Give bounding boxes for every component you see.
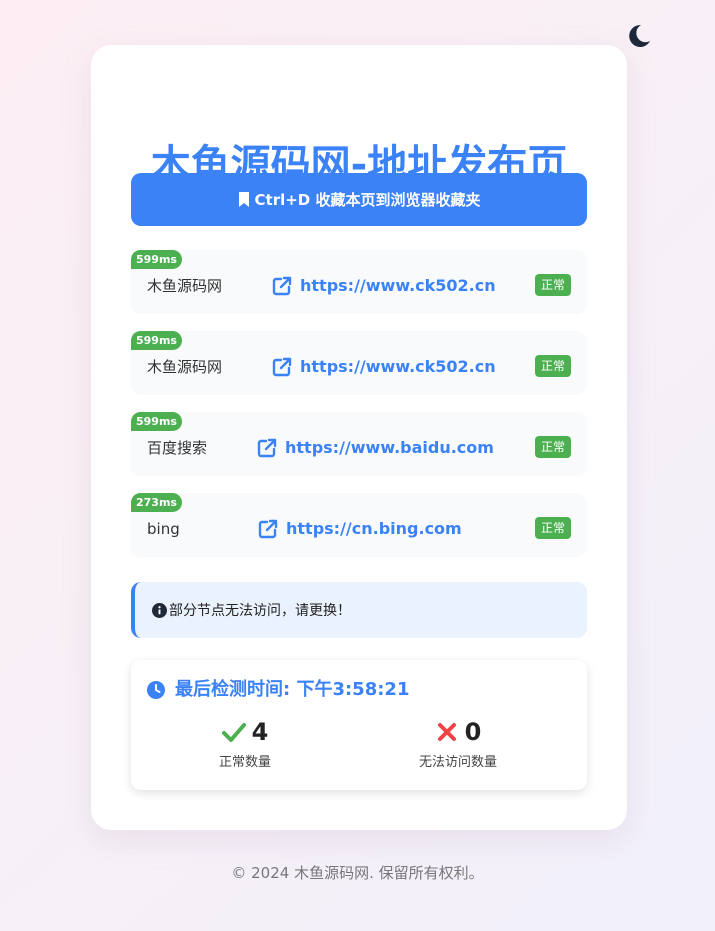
site-link[interactable]: https://www.baidu.com — [257, 436, 494, 460]
link-row: 273ms bing https://cn.bing.com 正常 — [131, 493, 587, 557]
latency-badge: 599ms — [131, 331, 182, 350]
site-url: https://www.baidu.com — [285, 438, 494, 457]
check-icon — [221, 723, 246, 742]
link-row: 599ms 百度搜索 https://www.baidu.com 正常 — [131, 412, 587, 476]
latency-badge: 273ms — [131, 493, 182, 512]
bookmark-button[interactable]: Ctrl+D 收藏本页到浏览器收藏夹 — [131, 173, 587, 226]
site-link[interactable]: https://www.ck502.cn — [272, 274, 496, 298]
external-link-icon — [258, 519, 278, 539]
site-name: 百度搜索 — [147, 439, 208, 457]
bookmark-icon — [238, 192, 249, 207]
external-link-icon — [272, 357, 292, 377]
latency-badge: 599ms — [131, 250, 182, 269]
site-url: https://www.ck502.cn — [300, 276, 496, 295]
check-panel: 最后检测时间: 下午3:58:21 4 正常数量 0 无法访问数量 — [131, 660, 587, 790]
status-badge: 正常 — [534, 436, 571, 458]
footer-copyright: © 2024 木鱼源码网. 保留所有权利。 — [231, 864, 484, 882]
bookmark-button-label: Ctrl+D 收藏本页到浏览器收藏夹 — [254, 191, 481, 209]
check-title: 最后检测时间: 下午3:58:21 — [147, 678, 409, 702]
latency-badge: 599ms — [131, 412, 182, 431]
ok-label: 正常数量 — [218, 755, 271, 770]
notice-box: 部分节点无法访问，请更换！ — [131, 582, 587, 638]
notice-text: 部分节点无法访问，请更换！ — [169, 603, 351, 619]
site-name: 木鱼源码网 — [147, 277, 223, 295]
site-link[interactable]: https://cn.bing.com — [258, 517, 462, 541]
status-badge: 正常 — [534, 517, 571, 539]
x-icon — [437, 723, 456, 741]
theme-toggle-button[interactable] — [624, 22, 652, 50]
main-card: 木鱼源码网-地址发布页 Ctrl+D 收藏本页到浏览器收藏夹 599ms 木鱼源… — [91, 45, 627, 830]
ok-count: 4 — [251, 718, 269, 746]
info-circle-icon — [152, 602, 167, 618]
site-url: https://cn.bing.com — [286, 519, 462, 538]
external-link-icon — [272, 276, 292, 296]
link-row: 599ms 木鱼源码网 https://www.ck502.cn 正常 — [131, 250, 587, 314]
ok-stat: 4 正常数量 — [165, 716, 325, 772]
site-link[interactable]: https://www.ck502.cn — [272, 355, 496, 379]
status-badge: 正常 — [534, 274, 571, 296]
fail-stat: 0 无法访问数量 — [378, 716, 538, 772]
clock-icon — [147, 681, 165, 699]
link-row: 599ms 木鱼源码网 https://www.ck502.cn 正常 — [131, 331, 587, 395]
status-badge: 正常 — [534, 355, 571, 377]
moon-icon — [629, 24, 650, 47]
external-link-icon — [257, 438, 277, 458]
site-name: 木鱼源码网 — [147, 358, 223, 376]
site-name: bing — [147, 520, 180, 538]
fail-count: 0 — [464, 718, 482, 746]
check-time: 最后检测时间: 下午3:58:21 — [175, 679, 410, 700]
site-url: https://www.ck502.cn — [300, 357, 496, 376]
fail-label: 无法访问数量 — [418, 755, 497, 770]
